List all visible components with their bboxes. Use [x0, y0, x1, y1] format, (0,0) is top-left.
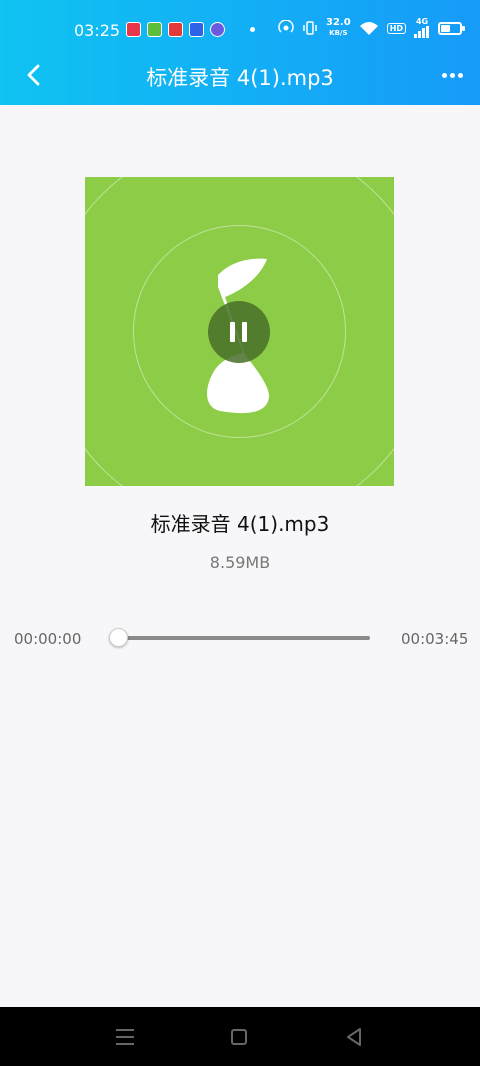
wifi-icon: [359, 22, 378, 35]
status-time: 03:25: [74, 21, 121, 40]
status-bar: 03:25 32.0 KB/S HD 4G: [0, 0, 480, 56]
network-speed-value: 32.0: [326, 17, 351, 28]
progress-thumb[interactable]: [109, 628, 128, 647]
back-button[interactable]: [20, 60, 50, 90]
app-notification-icon: [168, 22, 183, 37]
progress-slider[interactable]: [118, 636, 370, 640]
app-notification-icon: [126, 22, 141, 37]
pause-button[interactable]: [208, 301, 270, 363]
file-size: 8.59MB: [209, 553, 271, 572]
app-notification-icon: [189, 22, 204, 37]
pause-icon-bar: [242, 322, 247, 342]
current-time: 00:00:00: [14, 630, 82, 648]
app-header: 03:25 32.0 KB/S HD 4G 标准录音 4(1).mp3: [0, 0, 480, 105]
system-nav-bar: [0, 1007, 480, 1066]
album-cover: [85, 177, 394, 486]
total-time: 00:03:45: [401, 630, 469, 648]
more-dot: [458, 72, 463, 78]
pause-icon: [230, 322, 235, 342]
network-type: 4G: [415, 17, 429, 26]
more-options-button[interactable]: [442, 68, 470, 82]
network-speed-unit: KB/S: [329, 29, 348, 37]
chevron-left-icon: [27, 64, 40, 86]
signal-group: 4G: [414, 18, 430, 38]
network-speed: 32.0 KB/S: [326, 18, 351, 38]
app-notification-icon: [147, 22, 162, 37]
signal-icon: [414, 26, 430, 38]
hotspot-icon: [278, 20, 294, 33]
more-dot: [442, 72, 447, 78]
menu-icon[interactable]: [116, 1029, 134, 1045]
home-square-icon[interactable]: [231, 1029, 247, 1045]
hd-badge: HD: [386, 22, 407, 34]
battery-icon: [438, 21, 466, 35]
message-notification-icon: [210, 22, 225, 37]
back-triangle-icon[interactable]: [345, 1027, 363, 1047]
page-title: 标准录音 4(1).mp3: [146, 66, 334, 90]
notification-icons: [126, 22, 225, 37]
more-dot: [450, 72, 455, 78]
vibrate-icon: [303, 21, 317, 35]
status-dot-icon: [250, 27, 255, 32]
status-indicators: 32.0 KB/S HD 4G: [278, 18, 466, 38]
song-name: 标准录音 4(1).mp3: [150, 512, 330, 536]
